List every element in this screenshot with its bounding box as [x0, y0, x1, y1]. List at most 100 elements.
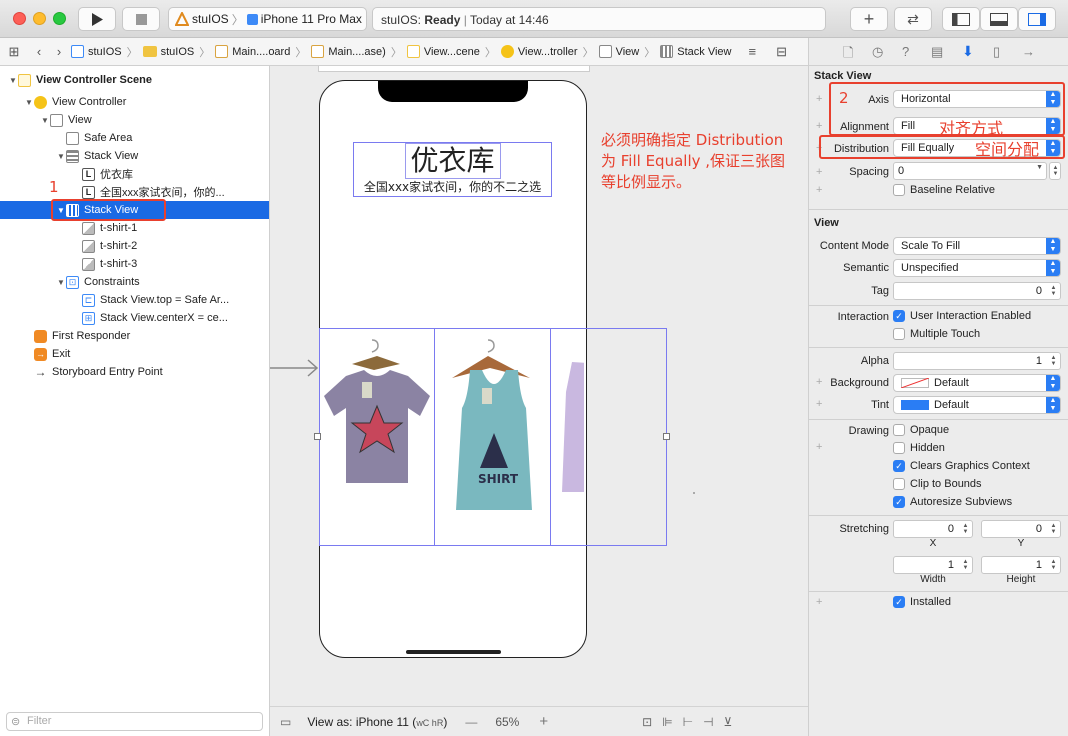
checkbox-box[interactable]: [893, 328, 905, 340]
document-items-icon[interactable]: ≡: [748, 44, 756, 59]
identity-inspector-icon[interactable]: ▤: [931, 44, 943, 60]
outline-row-image-3[interactable]: t-shirt-3: [0, 255, 269, 273]
add-variation-icon[interactable]: +: [816, 376, 822, 388]
multiple-touch-checkbox[interactable]: Multiple Touch: [893, 328, 980, 340]
outline-row-image-1[interactable]: t-shirt-1: [0, 219, 269, 237]
library-button[interactable]: +: [850, 7, 888, 31]
document-outline-toggle-icon[interactable]: ▭: [280, 715, 291, 729]
disclosure-triangle-icon[interactable]: ▼: [24, 98, 34, 107]
outline-row-stack-view-top[interactable]: ▼ Stack View: [0, 147, 269, 165]
add-constraints-icon[interactable]: ⊢: [683, 715, 693, 729]
checkbox-box[interactable]: [893, 478, 905, 490]
add-variation-icon[interactable]: +: [816, 184, 822, 196]
resize-handle-right[interactable]: [663, 433, 670, 440]
jump-item-project[interactable]: stuIOS: [68, 45, 125, 58]
add-variation-icon[interactable]: +: [816, 398, 822, 410]
split-editor-icon[interactable]: ⊟: [776, 44, 787, 60]
outline-row-constraint-top[interactable]: ⊏ Stack View.top = Safe Ar...: [0, 291, 269, 309]
tint-popup[interactable]: Default ▲ ▼: [893, 396, 1061, 414]
clip-to-bounds-checkbox[interactable]: Clip to Bounds: [893, 478, 982, 490]
view-as-label[interactable]: View as: iPhone 11 (wC hR): [307, 715, 447, 729]
disclosure-triangle-icon[interactable]: ▼: [40, 116, 50, 125]
stretching-height-field[interactable]: 1 ▲ ▼: [981, 556, 1061, 574]
stop-button[interactable]: [122, 7, 160, 31]
spacing-field[interactable]: 0 ▼: [893, 162, 1047, 180]
tshirt-1-image[interactable]: [322, 338, 432, 488]
connections-inspector-icon[interactable]: →: [1022, 44, 1035, 59]
stretching-x-field[interactable]: 0 ▲ ▼: [893, 520, 973, 538]
outline-row-exit[interactable]: → Exit: [0, 345, 269, 363]
zoom-level[interactable]: 65%: [495, 715, 519, 729]
semantic-popup[interactable]: Unspecified ▲ ▼: [893, 259, 1061, 277]
autoresize-checkbox[interactable]: ✓ Autoresize Subviews: [893, 496, 1012, 508]
outline-row-safe-area[interactable]: Safe Area: [0, 129, 269, 147]
stepper-icon[interactable]: ▲ ▼: [961, 559, 970, 571]
zoom-out-button[interactable]: —: [465, 715, 477, 729]
disclosure-triangle-icon[interactable]: ▼: [56, 152, 66, 161]
checkbox-box[interactable]: [893, 442, 905, 454]
subtitle-label[interactable]: 全国xxx家试衣间，你的不二之选: [353, 179, 552, 196]
size-inspector-icon[interactable]: ▯: [993, 44, 1000, 60]
tag-field[interactable]: 0 ▲ ▼: [893, 282, 1061, 300]
embed-in-icon[interactable]: ⊻: [724, 715, 733, 729]
stepper-icon[interactable]: ▲ ▼: [1049, 523, 1058, 535]
close-window-button[interactable]: [13, 12, 26, 25]
disclosure-triangle-icon[interactable]: ▼: [8, 76, 18, 85]
interface-builder-canvas[interactable]: 优衣库 全国xxx家试衣间，你的不二之选 SHIRT 必须明确指定 Distri…: [270, 66, 808, 706]
forward-button[interactable]: ›: [50, 44, 68, 59]
add-variation-icon[interactable]: +: [816, 93, 822, 105]
checkmark-icon[interactable]: ✓: [893, 496, 905, 508]
outline-row-view[interactable]: ▼ View: [0, 111, 269, 129]
add-variation-icon[interactable]: +: [816, 120, 822, 132]
history-inspector-icon[interactable]: ◷: [872, 44, 883, 60]
jump-item-view[interactable]: View: [596, 45, 643, 58]
stretching-y-field[interactable]: 0 ▲ ▼: [981, 520, 1061, 538]
installed-checkbox[interactable]: ✓ Installed: [893, 596, 951, 608]
stepper-icon[interactable]: ▲ ▼: [961, 523, 970, 535]
outline-row-entry-point[interactable]: → Storyboard Entry Point: [0, 363, 269, 381]
stepper-icon[interactable]: ▲ ▼: [1049, 559, 1058, 571]
checkbox-box[interactable]: [893, 184, 905, 196]
outline-row-first-responder[interactable]: First Responder: [0, 327, 269, 345]
user-interaction-checkbox[interactable]: ✓ User Interaction Enabled: [893, 310, 1031, 322]
tshirt-2-image[interactable]: SHIRT: [438, 338, 548, 518]
jump-item-stack-view[interactable]: Stack View: [657, 45, 734, 58]
jump-item-scene[interactable]: View...cene: [404, 45, 483, 58]
jump-item-storyboard[interactable]: Main....oard: [212, 45, 293, 58]
tshirt-3-image[interactable]: [552, 362, 584, 502]
add-variation-icon[interactable]: +: [816, 596, 822, 608]
outline-row-constraints[interactable]: ▼ ⊡ Constraints: [0, 273, 269, 291]
checkmark-icon[interactable]: ✓: [893, 596, 905, 608]
related-items-icon[interactable]: ⊞: [0, 44, 28, 60]
alpha-field[interactable]: 1 ▲ ▼: [893, 352, 1061, 370]
outline-row-view-controller[interactable]: ▼ View Controller: [0, 93, 269, 111]
toggle-inspector-button[interactable]: [1018, 7, 1056, 31]
baseline-relative-checkbox[interactable]: Baseline Relative: [893, 184, 995, 196]
outline-row-constraint-centerx[interactable]: ⊞ Stack View.centerX = ce...: [0, 309, 269, 327]
add-variation-icon[interactable]: +: [816, 166, 822, 178]
add-variation-icon[interactable]: +: [816, 441, 822, 453]
scheme-selector[interactable]: stuIOS 〉 iPhone 11 Pro Max: [168, 7, 367, 31]
title-label[interactable]: 优衣库: [353, 143, 552, 179]
outline-row-label-title[interactable]: L 优衣库: [0, 165, 269, 183]
outline-row-image-2[interactable]: t-shirt-2: [0, 237, 269, 255]
checkbox-box[interactable]: [893, 424, 905, 436]
stretching-width-field[interactable]: 1 ▲ ▼: [893, 556, 973, 574]
run-button[interactable]: [78, 7, 116, 31]
outline-filter-field[interactable]: Filter: [6, 712, 263, 731]
outline-row-scene[interactable]: ▼ View Controller Scene: [0, 71, 269, 89]
toggle-navigator-button[interactable]: [942, 7, 980, 31]
file-inspector-icon[interactable]: 🗋: [843, 44, 853, 66]
spacing-stepper[interactable]: ▲ ▼: [1049, 162, 1061, 180]
resolve-issues-icon[interactable]: ⊣: [703, 715, 713, 729]
toggle-debug-area-button[interactable]: [980, 7, 1018, 31]
hidden-checkbox[interactable]: Hidden: [893, 442, 945, 454]
checkmark-icon[interactable]: ✓: [893, 310, 905, 322]
help-inspector-icon[interactable]: ?: [902, 44, 909, 59]
jump-item-controller[interactable]: View...troller: [498, 45, 581, 58]
minimize-window-button[interactable]: [33, 12, 46, 25]
checkmark-icon[interactable]: ✓: [893, 460, 905, 472]
zoom-in-button[interactable]: +: [539, 713, 548, 730]
clears-graphics-checkbox[interactable]: ✓ Clears Graphics Context: [893, 460, 1030, 472]
resize-handle-left[interactable]: [314, 433, 321, 440]
